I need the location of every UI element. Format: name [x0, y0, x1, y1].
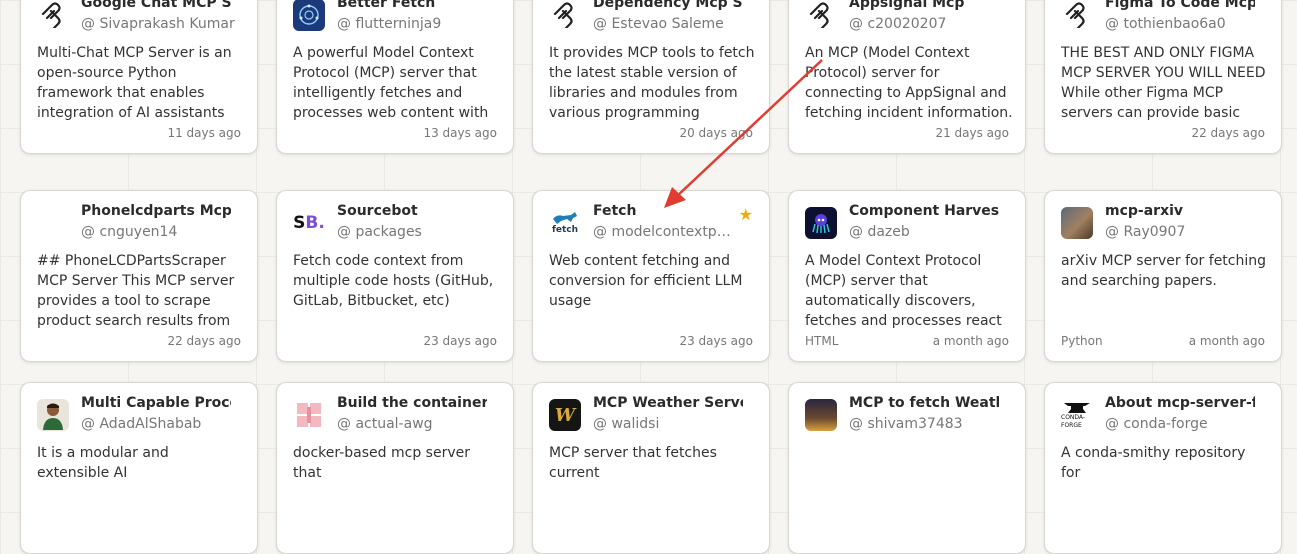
server-card-sourcebot[interactable]: SB. Sourcebot @ packages Fetch code cont… — [276, 190, 514, 362]
card-title: MCP Weather Server — [593, 395, 743, 411]
card-title: Dependency Mcp Server — [593, 0, 743, 11]
mcp-logo-icon — [805, 0, 837, 31]
card-language: Python — [1061, 334, 1103, 348]
blank-icon — [37, 207, 69, 239]
card-description: MCP server that fetches current — [549, 445, 717, 481]
server-card-dependency-mcp[interactable]: Dependency Mcp Server @ Estevao Saleme I… — [532, 0, 770, 154]
card-updated-time: 22 days ago — [167, 334, 241, 348]
card-author: @ Sivaprakash Kumar — [81, 16, 235, 32]
card-title: About mcp-server-fetch — [1105, 395, 1255, 411]
network-globe-icon — [293, 0, 325, 31]
card-description: It provides MCP tools to fetch the lates… — [549, 45, 755, 121]
mcp-logo-icon — [37, 0, 69, 31]
fetch-dog-icon: fetch — [549, 207, 581, 239]
card-title: Fetch — [593, 203, 637, 219]
card-author: @ tothienbao6a0 — [1105, 16, 1226, 32]
card-title: Better Fetch — [337, 0, 436, 11]
card-description: Web content fetching and conversion for … — [549, 253, 743, 309]
server-card-google-chat[interactable]: Google Chat MCP Server @ Sivaprakash Kum… — [20, 0, 258, 154]
card-author: @ AdadAlShabab — [81, 416, 202, 432]
card-author: @ Ray0907 — [1105, 224, 1186, 240]
card-description: docker-based mcp server that — [293, 445, 470, 481]
card-author: @ flutterninja9 — [337, 16, 442, 32]
card-updated-time: a month ago — [1188, 334, 1265, 348]
card-description: A conda-smithy repository for — [1061, 445, 1246, 481]
w-logo-icon: W — [549, 399, 581, 431]
card-title: Phonelcdparts Mcp — [81, 203, 231, 219]
card-description: A Model Context Protocol (MCP) server th… — [805, 253, 1002, 329]
card-updated-time: 13 days ago — [423, 126, 497, 140]
night-photo-icon — [805, 399, 837, 431]
card-author: @ modelcontextprotocol — [593, 224, 733, 240]
card-description: Fetch code context from multiple code ho… — [293, 253, 494, 309]
server-card-build-container[interactable]: Build the container @ actual-awg docker-… — [276, 382, 514, 554]
card-updated-time: 23 days ago — [679, 334, 753, 348]
card-title: Sourcebot — [337, 203, 418, 219]
server-card-appsignal-mcp[interactable]: Appsignal Mcp @ c20020207 An MCP (Model … — [788, 0, 1026, 154]
card-title: Google Chat MCP Server — [81, 0, 231, 11]
server-card-mcp-server-fetch[interactable]: CONDA-FORGE About mcp-server-fetch @ con… — [1044, 382, 1282, 554]
card-author: @ dazeb — [849, 224, 910, 240]
server-card-multi-capable[interactable]: Multi Capable Processing MCP @ AdadAlSha… — [20, 382, 258, 554]
photo-avatar-icon — [1061, 207, 1093, 239]
server-card-fetch[interactable]: fetch Fetch @ modelcontextprotocol ★ Web… — [532, 190, 770, 362]
card-updated-time: 22 days ago — [1191, 126, 1265, 140]
card-description: THE BEST AND ONLY FIGMA MCP SERVER YOU W… — [1061, 45, 1266, 121]
card-title: mcp-arxiv — [1105, 203, 1184, 219]
card-title: Component Harvester MCP — [849, 203, 999, 219]
card-author: @ actual-awg — [337, 416, 433, 432]
card-title: Appsignal Mcp — [849, 0, 965, 11]
card-description: A powerful Model Context Protocol (MCP) … — [293, 45, 489, 121]
person-avatar-icon — [37, 399, 69, 431]
server-card-weather-data[interactable]: MCP to fetch Weather Data @ shivam37483 — [788, 382, 1026, 554]
card-updated-time: 20 days ago — [679, 126, 753, 140]
card-description: arXiv MCP server for fetching and search… — [1061, 253, 1267, 289]
card-updated-time: 23 days ago — [423, 334, 497, 348]
card-updated-time: 21 days ago — [935, 126, 1009, 140]
mcp-logo-icon — [1061, 0, 1093, 31]
card-description: It is a modular and extensible AI — [37, 445, 169, 481]
star-icon[interactable]: ★ — [739, 205, 753, 224]
sourcebot-logo-icon: SB. — [293, 213, 325, 233]
card-author: @ conda-forge — [1105, 416, 1208, 432]
conda-forge-icon: CONDA-FORGE — [1061, 399, 1093, 431]
pink-grid-icon — [293, 399, 325, 431]
server-card-component-harvester[interactable]: Component Harvester MCP @ dazeb A Model … — [788, 190, 1026, 362]
server-card-better-fetch[interactable]: Better Fetch @ flutterninja9 A powerful … — [276, 0, 514, 154]
card-title: Figma To Code Mcp By Figma — [1105, 0, 1255, 11]
card-author: @ walidsi — [593, 416, 660, 432]
octopus-avatar-icon — [805, 207, 837, 239]
card-author: @ Estevao Saleme — [593, 16, 724, 32]
server-card-phonelcdparts[interactable]: Phonelcdparts Mcp @ cnguyen14 ## PhoneLC… — [20, 190, 258, 362]
card-language: HTML — [805, 334, 839, 348]
server-card-mcp-weather[interactable]: W MCP Weather Server @ walidsi MCP serve… — [532, 382, 770, 554]
card-description: ## PhoneLCDPartsScraper MCP Server This … — [37, 253, 235, 329]
server-card-mcp-arxiv[interactable]: mcp-arxiv @ Ray0907 arXiv MCP server for… — [1044, 190, 1282, 362]
card-updated-time: a month ago — [932, 334, 1009, 348]
card-author: @ cnguyen14 — [81, 224, 178, 240]
card-title: MCP to fetch Weather Data — [849, 395, 999, 411]
card-updated-time: 11 days ago — [167, 126, 241, 140]
card-title: Build the container — [337, 395, 487, 411]
card-description: Multi-Chat MCP Server is an open-source … — [37, 45, 232, 121]
card-author: @ c20020207 — [849, 16, 947, 32]
mcp-logo-icon — [549, 0, 581, 31]
card-description: An MCP (Model Context Protocol) server f… — [805, 45, 1013, 121]
card-author: @ shivam37483 — [849, 416, 963, 432]
server-card-figma-to-code[interactable]: Figma To Code Mcp By Figma @ tothienbao6… — [1044, 0, 1282, 154]
card-author: @ packages — [337, 224, 422, 240]
card-title: Multi Capable Processing MCP — [81, 395, 231, 411]
